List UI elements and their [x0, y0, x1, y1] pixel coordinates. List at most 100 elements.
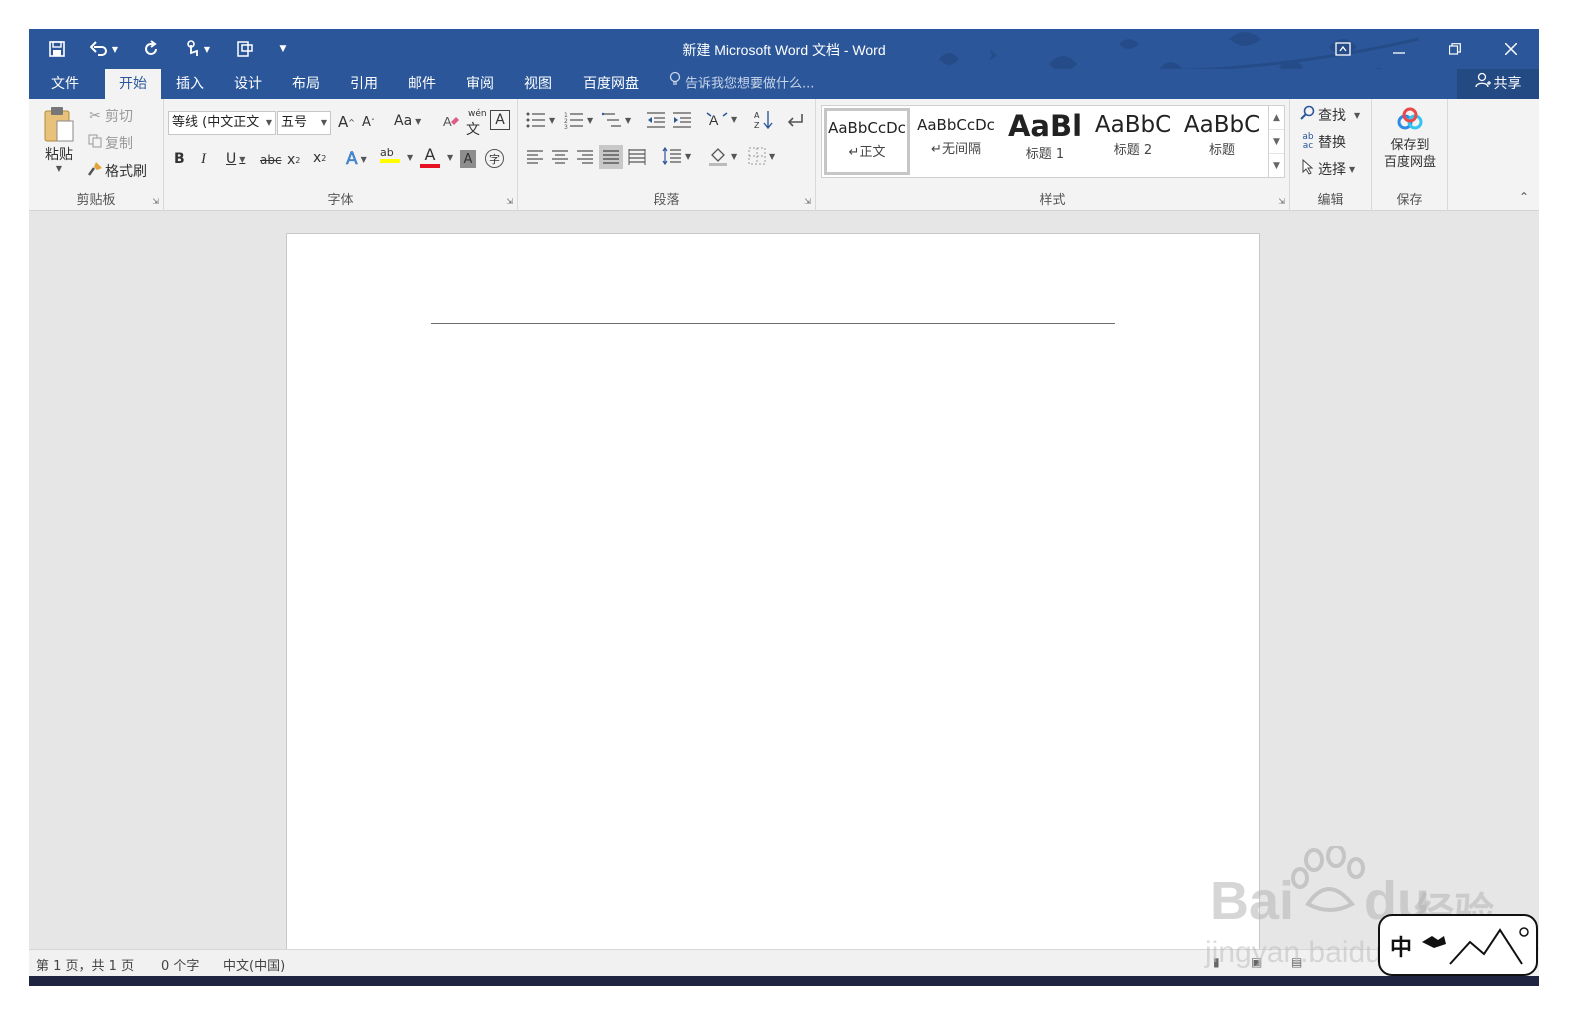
show-formatting-marks-icon[interactable]	[786, 111, 804, 129]
print-layout-icon[interactable]: ▣	[1251, 955, 1262, 969]
ribbon-display-options-icon[interactable]	[1315, 29, 1371, 69]
bullets-icon[interactable]: ▼	[526, 111, 555, 129]
enclose-characters-icon[interactable]: 字	[485, 149, 504, 168]
text-effects-icon[interactable]: A ▼	[346, 149, 367, 170]
style-normal-sample: AaBbCcDc	[828, 119, 906, 137]
svg-text:A: A	[443, 114, 452, 129]
save-to-baidu-button[interactable]: 保存到 百度网盘	[1378, 107, 1442, 171]
clear-formatting-icon[interactable]: A	[442, 112, 460, 130]
restore-icon[interactable]	[1427, 29, 1483, 69]
tab-insert[interactable]: 插入	[163, 69, 217, 99]
format-painter-button[interactable]: 格式刷	[85, 161, 147, 181]
document-page[interactable]	[286, 233, 1260, 949]
sort-icon[interactable]: AZ	[754, 109, 774, 131]
save-button-line1: 保存到	[1390, 138, 1430, 153]
borders-icon[interactable]: ▼	[748, 147, 775, 165]
align-center-icon[interactable]	[551, 149, 569, 165]
cut-button[interactable]: ✂ 剪切	[85, 106, 133, 126]
select-button[interactable]: 选择 ▼	[1298, 158, 1355, 179]
magnifier-icon	[1298, 105, 1318, 125]
multilevel-list-icon[interactable]: ▼	[602, 111, 631, 129]
strikethrough-button[interactable]: abc	[260, 153, 282, 167]
line-spacing-icon[interactable]: ▼	[662, 147, 691, 165]
collapse-ribbon-icon[interactable]: ⌃	[1519, 190, 1529, 204]
subscript-icon[interactable]: x2	[287, 152, 300, 168]
decrease-indent-icon[interactable]	[646, 111, 666, 129]
page-count[interactable]: 第 1 页，共 1 页	[36, 955, 134, 974]
tab-references[interactable]: 引用	[337, 69, 391, 99]
style-title[interactable]: AaBbC 标题	[1179, 108, 1265, 175]
increase-indent-icon[interactable]	[672, 111, 692, 129]
underline-button[interactable]: U ▼	[226, 151, 245, 167]
tab-layout[interactable]: 布局	[279, 69, 333, 99]
paragraph-launcher-icon[interactable]: ⇲	[804, 197, 811, 206]
tab-view[interactable]: 视图	[511, 69, 565, 99]
tab-baidu-netdisk[interactable]: 百度网盘	[573, 69, 649, 99]
editing-group: 查找 ▼ ab ac 替换 选择 ▼ 编辑	[1290, 99, 1372, 211]
tab-design[interactable]: 设计	[221, 69, 275, 99]
editing-group-label: 编辑	[1317, 193, 1344, 208]
web-layout-icon[interactable]: ▤	[1291, 955, 1302, 969]
styles-gallery-scroll: ▲ ▼ ▼	[1269, 105, 1285, 178]
change-case-button[interactable]: Aa ▼	[394, 113, 421, 129]
tell-me-box[interactable]: 告诉我您想要做什么...	[669, 69, 814, 99]
paste-button[interactable]: 粘贴 ▼	[39, 105, 79, 173]
cursor-icon	[1298, 158, 1318, 179]
format-painter-label: 格式刷	[105, 164, 147, 180]
align-left-icon[interactable]	[526, 149, 544, 165]
highlight-color-icon[interactable]: ab	[380, 146, 400, 163]
font-color-dropdown-icon[interactable]: ▼	[447, 153, 453, 162]
font-group: 等线 (中文正文 ▼ 五号 ▼ A ^ Aˇ Aa ▼ A wén 文 A B I U ▼ …	[164, 99, 518, 211]
tab-file[interactable]: 文件	[37, 69, 93, 99]
font-group-label: 字体	[327, 193, 354, 208]
character-shading-icon[interactable]: A	[460, 150, 476, 168]
justify-icon[interactable]	[599, 145, 623, 169]
italic-button[interactable]: I	[201, 151, 206, 168]
gallery-more-icon[interactable]: ▼	[1269, 154, 1284, 178]
grow-font-icon[interactable]: A ^	[338, 113, 355, 131]
style-normal[interactable]: AaBbCcDc ↵正文	[824, 108, 910, 175]
font-color-icon[interactable]: A	[420, 145, 440, 168]
copy-button[interactable]: 复制	[85, 133, 133, 153]
distributed-icon[interactable]	[628, 148, 646, 166]
style-heading-2[interactable]: AaBbC 标题 2	[1090, 108, 1176, 175]
shading-icon[interactable]: ▼	[708, 146, 737, 166]
superscript-icon[interactable]: x2	[313, 150, 326, 166]
gallery-down-icon[interactable]: ▼	[1269, 130, 1284, 154]
numbering-icon[interactable]: 1 2 3 ▼	[564, 111, 593, 129]
styles-launcher-icon[interactable]: ⇲	[1278, 197, 1285, 206]
font-launcher-icon[interactable]: ⇲	[506, 197, 513, 206]
tab-mailings[interactable]: 邮件	[395, 69, 449, 99]
cut-label: 剪切	[105, 109, 133, 125]
language-indicator[interactable]: 中文(中国)	[223, 955, 285, 974]
phonetic-guide-icon[interactable]: wén 文	[466, 109, 487, 139]
bold-button[interactable]: B	[174, 151, 185, 167]
chinese-layout-icon[interactable]: A ▼	[706, 110, 737, 128]
tab-review[interactable]: 审阅	[453, 69, 507, 99]
select-label: 选择	[1318, 162, 1346, 178]
replace-button[interactable]: ab ac 替换	[1298, 132, 1346, 152]
shrink-font-icon[interactable]: Aˇ	[362, 115, 375, 130]
highlight-dropdown-icon[interactable]: ▼	[407, 153, 413, 162]
svg-text:A: A	[709, 112, 719, 128]
style-heading-2-sample: AaBbC	[1094, 112, 1172, 138]
document-title: 新建 Microsoft Word 文档 - Word	[682, 42, 886, 58]
style-heading-1[interactable]: AaBl 标题 1	[1002, 108, 1088, 175]
close-icon[interactable]	[1483, 29, 1539, 69]
character-border-icon[interactable]: A	[490, 110, 510, 130]
read-mode-icon[interactable]: ▮	[1213, 955, 1220, 969]
word-count[interactable]: 0 个字	[161, 955, 199, 974]
font-name-combo[interactable]: 等线 (中文正文 ▼	[168, 111, 276, 135]
tab-home[interactable]: 开始	[105, 69, 161, 99]
align-right-icon[interactable]	[576, 149, 594, 165]
clipboard-launcher-icon[interactable]: ⇲	[152, 197, 159, 206]
find-button[interactable]: 查找 ▼	[1298, 105, 1360, 125]
status-bar: 第 1 页，共 1 页 0 个字 中文(中国) ▮ ▣ ▤	[29, 949, 1539, 976]
minimize-icon[interactable]	[1371, 29, 1427, 69]
save-group: 保存到 百度网盘 保存	[1372, 99, 1448, 211]
font-size-combo[interactable]: 五号 ▼	[277, 111, 331, 135]
format-painter-icon	[85, 161, 105, 181]
share-button[interactable]: 共享	[1457, 69, 1539, 99]
style-no-spacing[interactable]: AaBbCcDc ↵无间隔	[913, 108, 999, 175]
gallery-up-icon[interactable]: ▲	[1269, 106, 1284, 130]
